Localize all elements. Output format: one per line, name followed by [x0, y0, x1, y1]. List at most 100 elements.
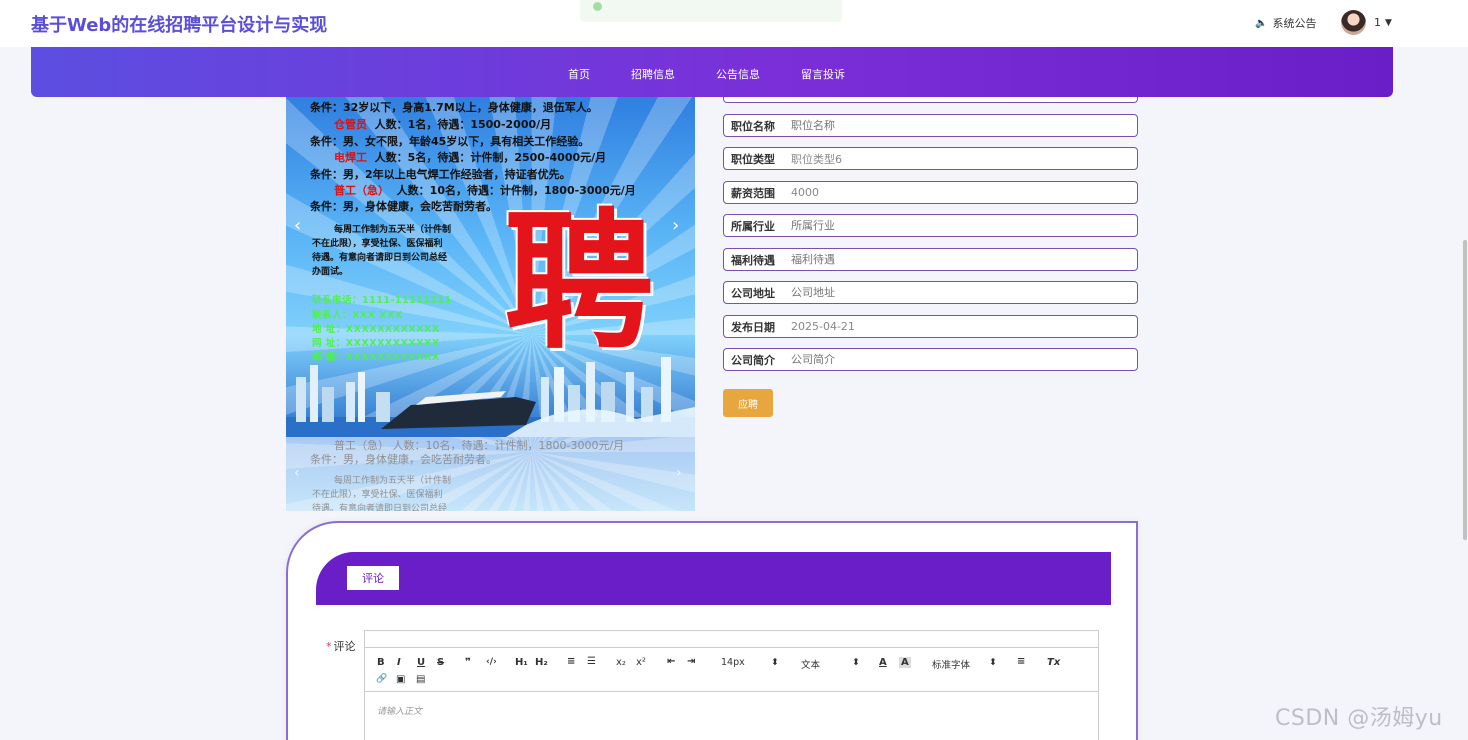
chevron-updown-icon: ⬍ — [989, 657, 997, 668]
chevron-updown-icon: ⬍ — [852, 657, 860, 668]
quote-icon[interactable]: ❞ — [465, 657, 471, 668]
indent-icon[interactable]: ⇥ — [687, 656, 695, 667]
nav-item-feedback[interactable]: 留言投诉 — [801, 66, 845, 82]
field-label: 所属行业 — [731, 219, 775, 233]
company-intro-input[interactable] — [783, 353, 1137, 366]
site-title: 基于Web的在线招聘平台设计与实现 — [31, 15, 328, 36]
poster-line: 电焊工 人数：5名，待遇：计件制，2500-4000元/月 — [334, 151, 607, 164]
outdent-icon[interactable]: ⇤ — [667, 656, 675, 667]
link-icon[interactable]: 🔗 — [376, 674, 387, 684]
carousel-prev-icon[interactable]: ‹ — [294, 215, 301, 236]
clear-format-icon[interactable]: Tx — [1047, 657, 1060, 668]
field-label: 职位类型 — [731, 152, 775, 166]
background-color-icon[interactable]: A — [899, 657, 911, 668]
strike-button[interactable]: S — [437, 657, 444, 668]
image-icon[interactable]: ▣ — [396, 674, 405, 685]
superscript-button[interactable]: x² — [636, 657, 646, 668]
poster-text: 不在此限），享受社保、医保福利 — [312, 239, 443, 249]
nav-item-announcements[interactable]: 公告信息 — [716, 66, 760, 82]
rich-text-editor: B I U S ❞ ‹/› H₁ H₂ ≡ ☰ x₂ x² ⇤ ⇥ 14px ⬍… — [364, 630, 1099, 740]
chevron-updown-icon: ⬍ — [771, 657, 779, 668]
main-nav: 首页 招聘信息 公告信息 留言投诉 — [31, 47, 1393, 97]
comment-field-label: * 评论 — [326, 640, 356, 653]
tab-comment[interactable]: 评论 — [347, 566, 399, 590]
comment-header: 评论 — [316, 552, 1111, 605]
heading1-button[interactable]: H₁ — [515, 657, 528, 668]
field-label: 福利待遇 — [731, 253, 775, 267]
poster-text: 不在此限），享受社保、医保福利 — [312, 490, 443, 500]
industry-input[interactable] — [783, 219, 1137, 232]
poster-text: 待遇。有意向者请即日到公司总经 — [312, 253, 448, 263]
nav-item-home[interactable]: 首页 — [568, 66, 590, 82]
field-label: 发布日期 — [731, 320, 775, 334]
underline-button[interactable]: U — [417, 657, 425, 668]
format-select[interactable]: 文本 — [801, 657, 820, 671]
system-notice-button[interactable]: 🔈 系统公告 — [1255, 15, 1316, 31]
nav-item-jobs[interactable]: 招聘信息 — [631, 66, 675, 82]
form-field-company-intro: 公司简介 — [723, 348, 1138, 371]
user-menu[interactable]: 1 ▼ — [1341, 10, 1392, 35]
system-notice-label: 系统公告 — [1272, 17, 1317, 30]
bold-button[interactable]: B — [377, 657, 385, 668]
field-label: 职位名称 — [731, 119, 775, 133]
field-label: 公司简介 — [731, 353, 775, 367]
font-color-icon[interactable]: A — [879, 657, 887, 668]
poster-line: 仓管员 人数：1名，待遇：1500-2000/月 — [334, 118, 552, 131]
salary-input[interactable] — [783, 186, 1137, 199]
form-field-job-type: 职位类型 — [723, 147, 1138, 170]
poster-contact: 地 址：XXXXXXXXXXXX — [312, 324, 440, 335]
poster-contact: 联系电话：1111-11111111 — [312, 295, 452, 306]
job-title-input[interactable] — [783, 119, 1137, 132]
poster-line: 条件：男，身体健康，会吃苦耐劳者。 — [310, 200, 497, 213]
top-bar: 基于Web的在线招聘平台设计与实现 🔈 系统公告 1 ▼ — [0, 0, 1468, 47]
recruitment-poster: 条件：32岁以下，身高1.7M以上，身体健康，退伍军人。 仓管员 人数：1名，待… — [286, 97, 695, 437]
code-icon[interactable]: ‹/› — [486, 657, 497, 667]
publish-date-input[interactable] — [783, 320, 1137, 333]
video-icon[interactable]: ▤ — [416, 674, 425, 685]
form-field-address: 公司地址 — [723, 281, 1138, 304]
poster-text: 待遇。有意向者请即日到公司总经 — [312, 504, 448, 511]
heading2-button[interactable]: H₂ — [535, 657, 548, 668]
user-name: 1 — [1374, 16, 1381, 29]
form-field-salary: 薪资范围 — [723, 181, 1138, 204]
avatar — [1341, 10, 1366, 35]
benefits-input[interactable] — [783, 253, 1137, 266]
job-type-input[interactable] — [783, 152, 1137, 165]
font-family-select[interactable]: 标准字体 — [932, 657, 970, 671]
carousel-prev-icon[interactable]: ‹ — [294, 465, 300, 481]
scrollbar-thumb[interactable] — [1463, 240, 1467, 540]
poster-line: 条件：男、女不限，年龄45岁以下，具有相关工作经验。 — [310, 135, 590, 148]
form-field-industry: 所属行业 — [723, 214, 1138, 237]
speaker-icon: 🔈 — [1255, 17, 1268, 29]
carousel-next-icon[interactable]: › — [676, 465, 682, 481]
field-label: 公司地址 — [731, 286, 775, 300]
recruitment-poster-next: 普工（急） 人数：10名，待遇：计件制，1800-3000元/月 条件：男，身体… — [286, 437, 695, 511]
watermark: CSDN @汤姆yu — [1275, 706, 1443, 731]
job-image-carousel: 条件：32岁以下，身高1.7M以上，身体健康，退伍军人。 仓管员 人数：1名，待… — [286, 97, 695, 511]
poster-contact: 联系人：XXX XXX — [312, 310, 403, 321]
poster-text: 每周工作制为五天半（计件制 — [334, 225, 452, 235]
align-icon[interactable]: ≡ — [1017, 656, 1025, 667]
poster-line: 条件：男，2年以上电气焊工作经验者，持证者优先。 — [310, 168, 571, 181]
carousel-next-icon[interactable]: › — [672, 215, 679, 236]
caret-down-icon: ▼ — [1385, 17, 1392, 28]
subscript-button[interactable]: x₂ — [616, 657, 626, 668]
editor-content[interactable]: 请输入正文 — [377, 704, 422, 717]
poster-text: 每周工作制为五天半（计件制 — [334, 476, 452, 486]
editor-toolbar: B I U S ❞ ‹/› H₁ H₂ ≡ ☰ x₂ x² ⇤ ⇥ 14px ⬍… — [365, 647, 1098, 692]
ordered-list-icon[interactable]: ≡ — [567, 656, 575, 667]
italic-button[interactable]: I — [397, 657, 401, 668]
font-size-select[interactable]: 14px — [721, 657, 745, 668]
bullet-list-icon[interactable]: ☰ — [587, 656, 596, 667]
form-field-publish-date: 发布日期 — [723, 315, 1138, 338]
form-field-job-title: 职位名称 — [723, 114, 1138, 137]
address-input[interactable] — [783, 286, 1137, 299]
comment-section: 评论 * 评论 B I U S ❞ ‹/› H₁ H₂ ≡ ☰ x₂ x² ⇤ ⇥… — [286, 521, 1138, 740]
poster-text: 办面试。 — [312, 267, 349, 277]
success-icon — [593, 2, 602, 11]
poster-line: 条件：32岁以下，身高1.7M以上，身体健康，退伍军人。 — [310, 101, 598, 114]
form-field-benefits: 福利待遇 — [723, 248, 1138, 271]
field-label: 薪资范围 — [731, 186, 775, 200]
apply-button[interactable]: 应聘 — [723, 389, 773, 417]
poster-headline: 聘 — [504, 194, 655, 370]
